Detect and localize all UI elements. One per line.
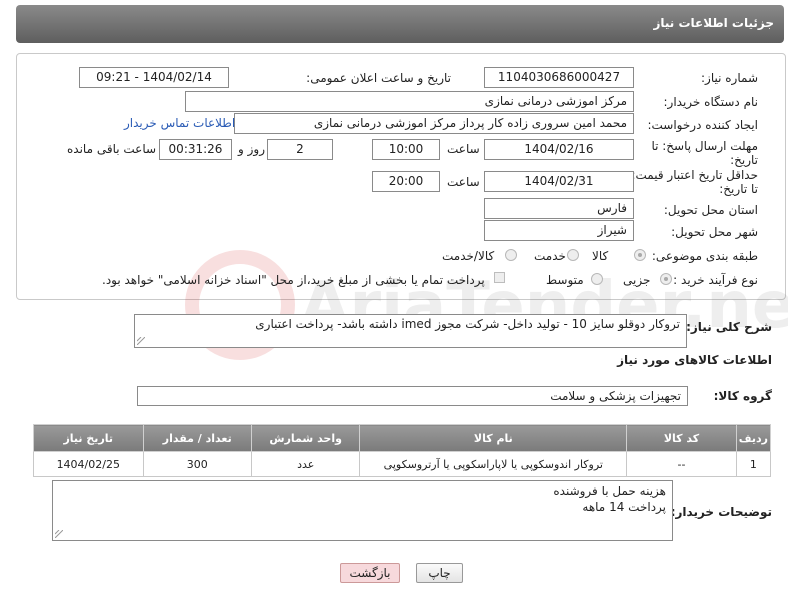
process-option-minor: جزیی	[623, 273, 651, 287]
deadline-label: مهلت ارسال پاسخ: تا	[651, 139, 758, 153]
buyer-org-field: مرکز اموزشی درمانی نمازی	[185, 91, 634, 112]
announce-field: 1404/02/14 - 09:21	[79, 67, 229, 88]
category-radio-goods[interactable]	[634, 249, 646, 261]
cell-quantity: 300	[142, 451, 252, 477]
province-field: فارس	[484, 198, 634, 219]
cell-unit: عدد	[250, 451, 361, 477]
buyer-notes-label: توضیحات خریدار:	[670, 505, 772, 519]
announce-label: تاریخ و ساعت اعلان عمومی:	[306, 71, 451, 85]
need-number-field: 1104030686000427	[484, 67, 634, 88]
city-field: شیراز	[484, 220, 634, 241]
cell-date: 1404/02/25	[33, 451, 144, 477]
back-button[interactable]: بازگشت	[340, 563, 400, 583]
page-header: جزئیات اطلاعات نیاز	[16, 5, 784, 43]
deadline-label-2: تاریخ:	[730, 153, 758, 167]
description-label: شرح کلی نیاز:	[686, 320, 772, 334]
process-radio-medium[interactable]	[591, 273, 603, 285]
payment-note: پرداخت تمام یا بخشی از مبلغ خرید،از محل …	[102, 273, 485, 287]
min-price-label: حداقل تاریخ اعتبار قیمت:	[631, 168, 758, 182]
col-row: ردیف	[735, 424, 772, 452]
resize-grip-icon	[137, 337, 145, 345]
description-text: تروکار دوقلو سایز 10 - تولید داخل- شرکت …	[255, 317, 680, 331]
deadline-time-label: ساعت	[447, 142, 480, 156]
col-date: تاریخ نیاز	[33, 424, 144, 452]
process-option-medium: متوسط	[546, 273, 584, 287]
remaining-label: ساعت باقی مانده	[67, 142, 157, 156]
treasury-checkbox[interactable]	[494, 272, 505, 283]
days-field: 2	[267, 139, 333, 160]
category-label: طبقه بندی موضوعی:	[651, 249, 758, 263]
buyer-org-label: نام دستگاه خریدار:	[663, 95, 759, 109]
deadline-time-field: 10:00	[372, 139, 440, 160]
category-radio-service[interactable]	[567, 249, 579, 261]
category-option-goods: کالا	[592, 249, 609, 263]
province-label: استان محل تحویل:	[663, 203, 758, 217]
remaining-time-field: 00:31:26	[159, 139, 232, 160]
col-quantity: تعداد / مقدار	[142, 424, 252, 452]
buyer-notes-line-1: هزینه حمل با فروشنده	[553, 484, 666, 498]
category-option-service: خدمت	[534, 249, 566, 263]
col-unit: واحد شمارش	[250, 424, 361, 452]
days-label: روز و	[238, 142, 265, 156]
city-label: شهر محل تحویل:	[671, 225, 758, 239]
category-option-both: کالا/خدمت	[442, 249, 495, 263]
cell-row: 1	[735, 451, 772, 477]
buyer-notes-line-2: پرداخت 14 ماهه	[582, 500, 666, 514]
items-table: ردیف کد کالا نام کالا واحد شمارش تعداد /…	[33, 424, 772, 477]
goods-group-label: گروه کالا:	[713, 389, 772, 403]
col-code: کد کالا	[626, 424, 737, 452]
min-price-time-field: 20:00	[372, 171, 440, 192]
creator-label: ایجاد کننده درخواست:	[647, 118, 758, 132]
cell-code: --	[626, 451, 737, 477]
resize-grip-icon	[55, 530, 63, 538]
table-header-row: ردیف کد کالا نام کالا واحد شمارش تعداد /…	[33, 424, 772, 452]
buyer-contact-link[interactable]: اطلاعات تماس خریدار	[124, 116, 235, 130]
page-title: جزئیات اطلاعات نیاز	[653, 16, 774, 30]
category-radio-both[interactable]	[505, 249, 517, 261]
table-row: 1 -- تروکار اندوسکوپی یا لاپاراسکوپی یا …	[33, 451, 772, 477]
deadline-date-field: 1404/02/16	[484, 139, 634, 160]
buyer-notes-textarea: هزینه حمل با فروشنده پرداخت 14 ماهه	[52, 480, 673, 541]
min-price-date-field: 1404/02/31	[484, 171, 634, 192]
col-name: نام کالا	[359, 424, 628, 452]
description-textarea: تروکار دوقلو سایز 10 - تولید داخل- شرکت …	[134, 314, 687, 348]
print-button[interactable]: چاپ	[416, 563, 463, 583]
goods-group-field: تجهیزات پزشکی و سلامت	[137, 386, 688, 406]
process-radio-minor[interactable]	[660, 273, 672, 285]
need-number-label: شماره نیاز:	[701, 71, 758, 85]
min-price-label-2: تا تاریخ:	[719, 182, 758, 196]
goods-section-title: اطلاعات کالاهای مورد نیاز	[617, 353, 772, 367]
process-label: نوع فرآیند خرید :	[673, 273, 758, 287]
min-price-time-label: ساعت	[447, 175, 480, 189]
creator-field: محمد امین سروری زاده کار پرداز مرکز اموز…	[234, 113, 634, 134]
cell-name: تروکار اندوسکوپی یا لاپاراسکوپی یا آرترو…	[359, 451, 628, 477]
